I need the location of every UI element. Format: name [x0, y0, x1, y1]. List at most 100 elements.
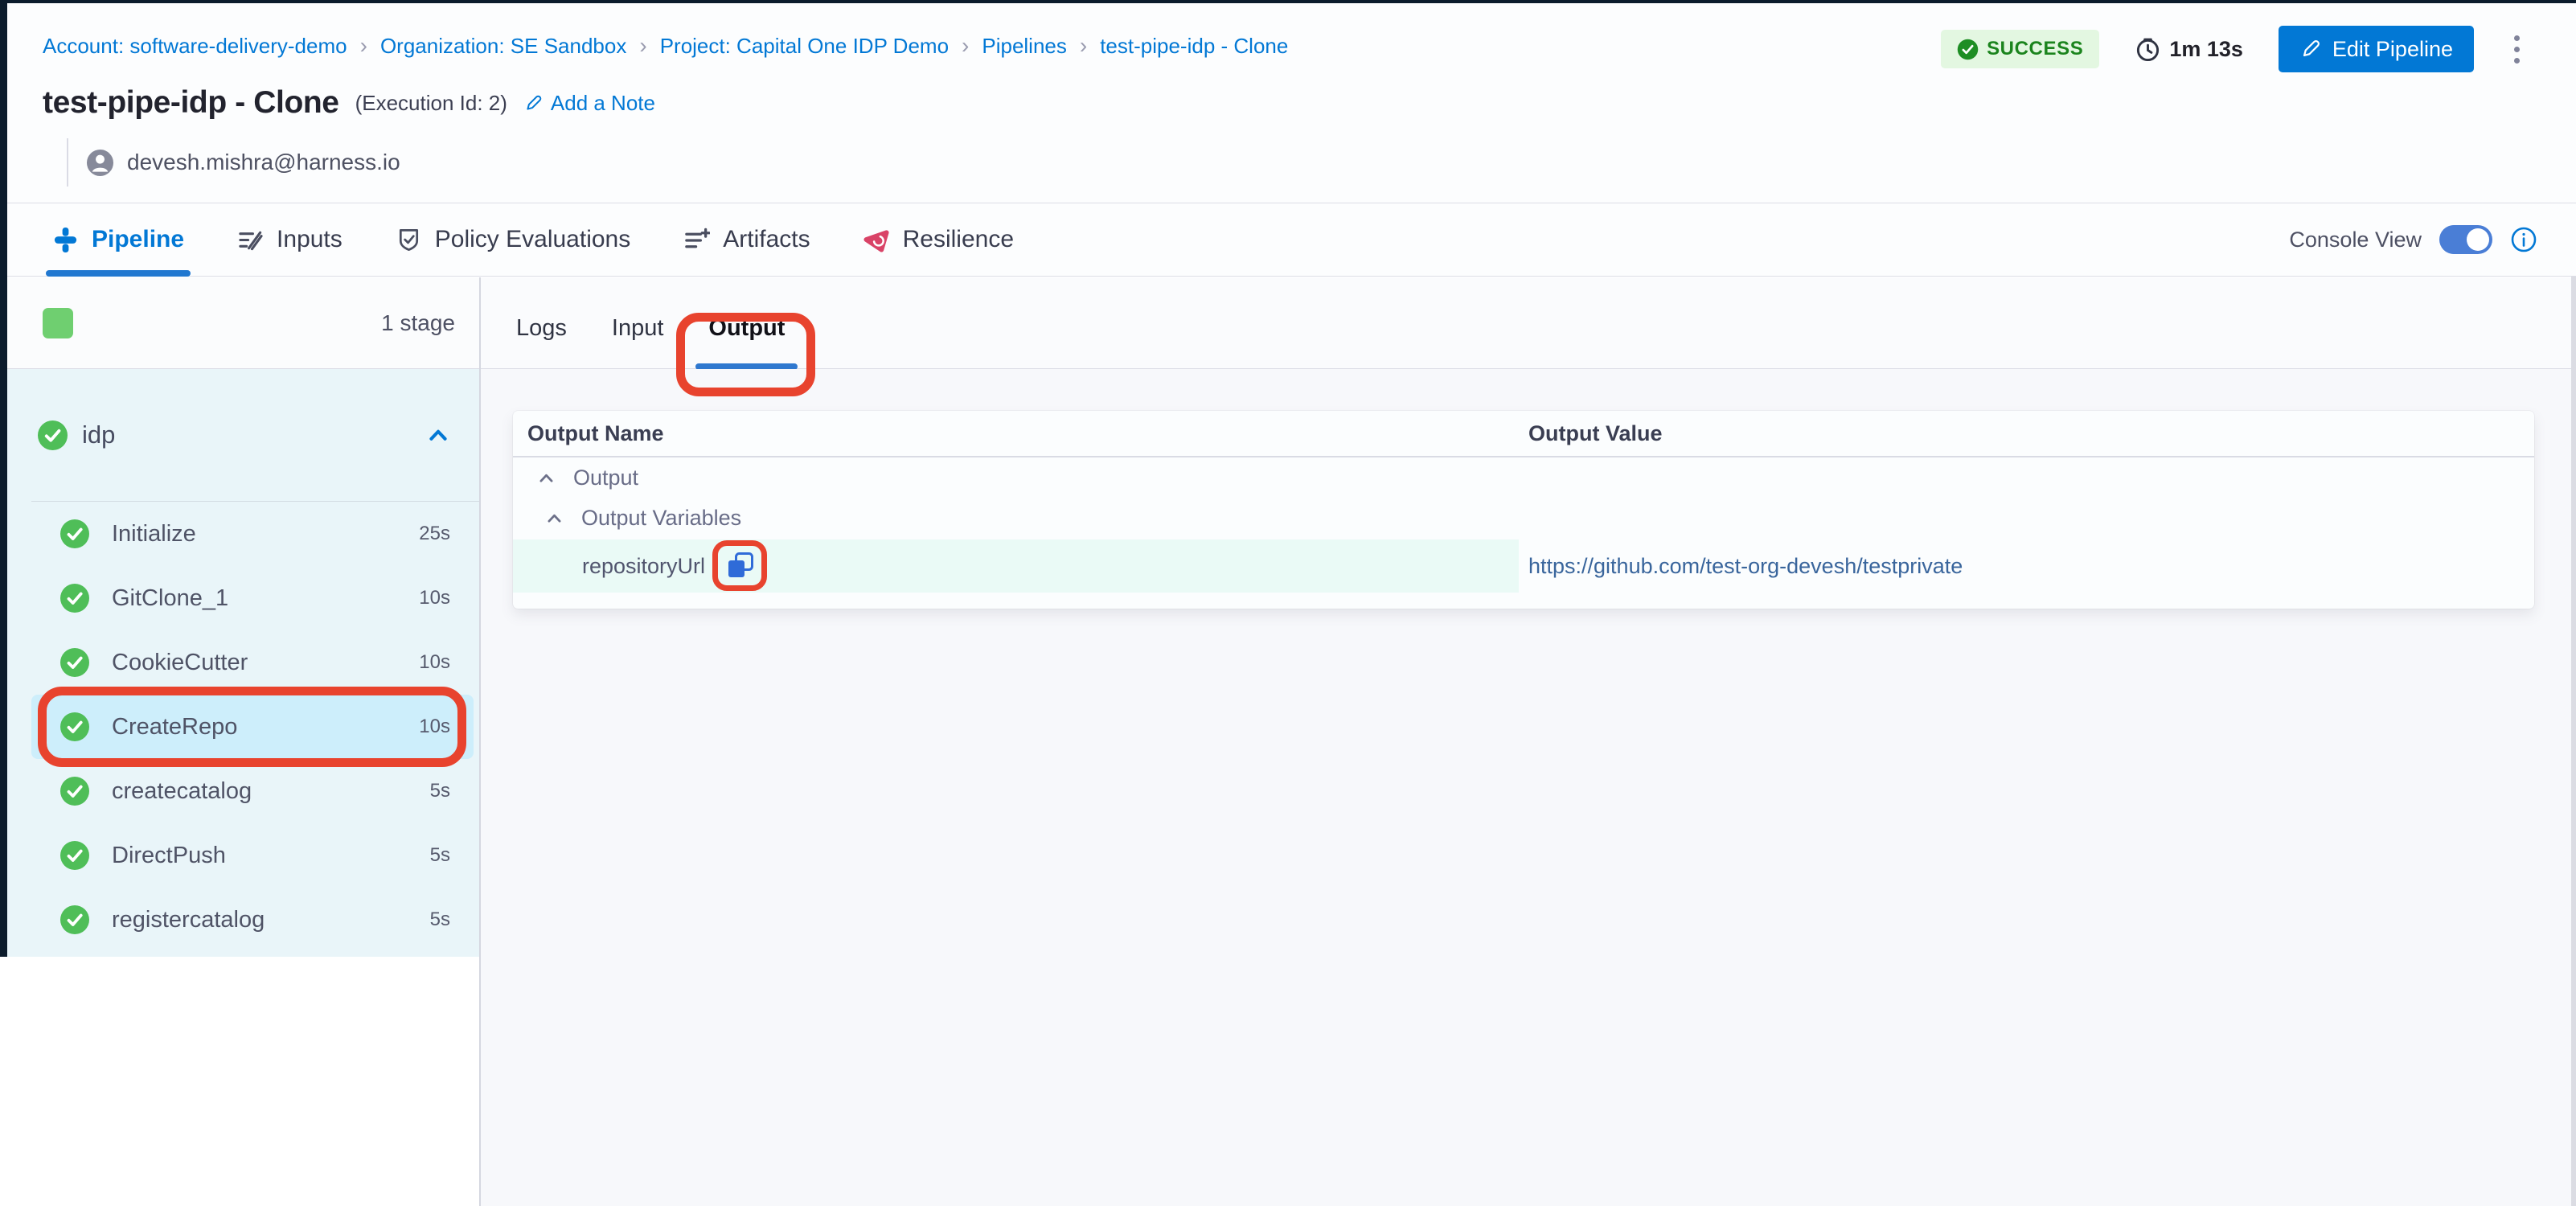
add-note-link[interactable]: Add a Note	[523, 91, 655, 116]
chevron-right-icon: ›	[962, 35, 969, 57]
chevron-up-icon	[537, 469, 556, 487]
add-note-label: Add a Note	[551, 91, 655, 116]
page-title: test-pipe-idp - Clone	[43, 85, 339, 121]
tab-label: Policy Evaluations	[435, 226, 630, 253]
toggle-knob	[2467, 228, 2489, 251]
pencil-icon	[523, 93, 544, 113]
user-email: devesh.mishra@harness.io	[127, 150, 400, 175]
info-icon[interactable]	[2510, 226, 2537, 253]
copy-icon	[723, 548, 758, 584]
chevron-right-icon: ›	[639, 35, 646, 57]
check-circle-icon	[60, 648, 89, 677]
step-row-createcatalog[interactable]: createcatalog 5s	[7, 759, 479, 823]
output-value-cell: https://github.com/test-org-devesh/testp…	[1519, 539, 1963, 593]
execution-tab-bar: Pipeline Inputs Policy Evaluations Artif…	[7, 203, 2576, 277]
console-view-toggle[interactable]	[2439, 225, 2492, 254]
table-group-row-output-variables[interactable]: Output Variables	[513, 498, 2534, 538]
tab-label: Resilience	[903, 226, 1014, 253]
check-circle-icon	[60, 841, 89, 870]
step-duration: 25s	[419, 523, 450, 545]
step-row-registercatalog[interactable]: registercatalog 5s	[7, 888, 479, 952]
status-badge-label: SUCCESS	[1987, 38, 2083, 60]
collapsed-nav-rail	[0, 3, 7, 957]
tab-pipeline[interactable]: Pipeline	[52, 203, 184, 276]
stage-row-idp[interactable]: idp	[7, 369, 479, 501]
step-row-createrepo[interactable]: CreateRepo 10s	[7, 695, 479, 759]
triggered-by-row: devesh.mishra@harness.io	[67, 138, 400, 187]
stage-name-label: idp	[82, 420, 115, 449]
collapse-stage-chevron-up-icon[interactable]	[426, 423, 450, 447]
check-circle-icon	[60, 584, 89, 613]
execution-duration: 1m 13s	[2135, 36, 2243, 63]
tab-label: Input	[612, 315, 664, 342]
output-table-card: Output Name Output Value Output Output V…	[513, 411, 2534, 609]
tab-input[interactable]: Input	[612, 289, 664, 368]
page-header: Account: software-delivery-demo › Organi…	[7, 3, 2576, 203]
edit-pipeline-label: Edit Pipeline	[2332, 37, 2453, 62]
step-row-initialize[interactable]: Initialize 25s	[7, 502, 479, 566]
console-view-control: Console View	[2289, 203, 2537, 277]
status-badge: SUCCESS	[1941, 30, 2099, 68]
table-header-row: Output Name Output Value	[513, 411, 2534, 457]
step-name: GitClone_1	[112, 585, 228, 612]
tab-output[interactable]: Output	[708, 289, 785, 368]
chevron-right-icon: ›	[360, 35, 367, 57]
check-circle-icon	[60, 519, 89, 548]
tab-policy-evaluations[interactable]: Policy Evaluations	[396, 203, 630, 276]
step-name: DirectPush	[112, 843, 226, 869]
more-options-menu-icon[interactable]	[2509, 31, 2525, 68]
breadcrumb-project[interactable]: Project: Capital One IDP Demo	[660, 34, 949, 59]
chevron-up-icon	[545, 509, 564, 527]
step-name: registercatalog	[112, 907, 265, 933]
tab-artifacts[interactable]: Artifacts	[683, 203, 810, 276]
table-group-row-output[interactable]: Output	[513, 457, 2534, 498]
step-row-directpush[interactable]: DirectPush 5s	[7, 823, 479, 888]
tab-resilience[interactable]: Resilience	[863, 203, 1014, 276]
output-name-cell: repositoryUrl	[513, 539, 1519, 593]
edit-pipeline-button[interactable]: Edit Pipeline	[2279, 26, 2474, 72]
step-row-cookiecutter[interactable]: CookieCutter 10s	[7, 630, 479, 695]
table-row-repositoryurl: repositoryUrl https://github.com/test-or…	[513, 539, 2534, 593]
step-duration: 5s	[430, 780, 450, 802]
stage-count-label: 1 stage	[381, 310, 455, 336]
step-duration: 10s	[419, 651, 450, 674]
tab-label: Artifacts	[723, 226, 810, 253]
step-name: CookieCutter	[112, 650, 248, 676]
step-name: CreateRepo	[112, 714, 237, 740]
inputs-icon	[237, 227, 264, 253]
breadcrumb-account[interactable]: Account: software-delivery-demo	[43, 34, 347, 59]
active-tab-underline	[46, 270, 191, 277]
group-label: Output	[573, 466, 638, 490]
resilience-chaos-icon	[863, 227, 890, 253]
step-duration: 10s	[419, 716, 450, 738]
selected-step-highlight	[31, 695, 474, 759]
step-duration: 5s	[430, 909, 450, 931]
scrollbar-track[interactable]	[2571, 277, 2576, 1206]
user-avatar-icon	[86, 149, 114, 177]
tab-label: Output	[708, 315, 785, 342]
check-circle-icon	[60, 777, 89, 806]
execution-id-label: (Execution Id: 2)	[355, 91, 507, 116]
variable-name: repositoryUrl	[582, 554, 705, 579]
breadcrumb-execution[interactable]: test-pipe-idp - Clone	[1100, 34, 1288, 59]
check-circle-icon	[38, 420, 68, 450]
header-actions: SUCCESS 1m 13s Edit Pipeline	[1941, 24, 2525, 74]
repository-url-link[interactable]: https://github.com/test-org-devesh/testp…	[1528, 554, 1963, 579]
check-circle-icon	[60, 905, 89, 934]
step-duration: 10s	[419, 587, 450, 609]
tab-label: Logs	[516, 315, 567, 342]
stage-summary-row: 1 stage	[7, 277, 479, 369]
pipeline-icon	[52, 227, 79, 253]
tab-inputs[interactable]: Inputs	[237, 203, 343, 276]
tab-logs[interactable]: Logs	[516, 289, 567, 368]
column-header-output-value: Output Value	[1519, 421, 1663, 446]
breadcrumb-organization[interactable]: Organization: SE Sandbox	[380, 34, 626, 59]
stage-status-square	[43, 308, 73, 338]
step-row-gitclone[interactable]: GitClone_1 10s	[7, 566, 479, 630]
copy-button[interactable]	[723, 548, 758, 584]
breadcrumb-pipelines[interactable]: Pipelines	[982, 34, 1067, 59]
duration-label: 1m 13s	[2169, 37, 2243, 62]
pencil-icon	[2299, 38, 2322, 60]
step-duration: 5s	[430, 844, 450, 867]
execution-title-row: test-pipe-idp - Clone (Execution Id: 2) …	[43, 85, 655, 121]
